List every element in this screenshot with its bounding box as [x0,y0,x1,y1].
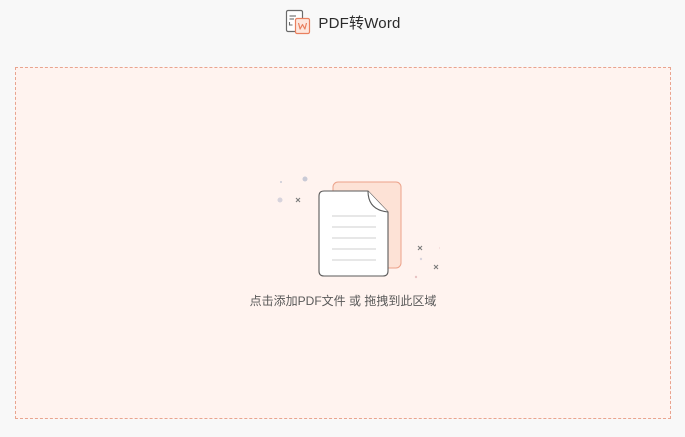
document-upload-illustration [277,176,440,279]
title-bar: PDF转Word [0,0,685,44]
drop-hint-text: 点击添加PDF文件 或 拖拽到此区域 [249,294,437,308]
sparkle-cross [433,264,439,270]
pdf-to-word-icon [286,9,311,35]
sparkle-dot [414,275,418,279]
page-title: PDF转Word [318,15,401,32]
sparkle-cross [417,245,423,251]
sparkle-dot [419,257,423,261]
sparkle-dot [280,181,282,183]
sparkle-dot [302,176,308,182]
sparkle-cross [295,197,301,203]
title-group: PDF转Word [284,8,400,36]
file-drop-zone[interactable]: 点击添加PDF文件 或 拖拽到此区域 [15,67,671,419]
sparkle-dot [439,246,440,250]
sparkle-dot [277,197,283,203]
